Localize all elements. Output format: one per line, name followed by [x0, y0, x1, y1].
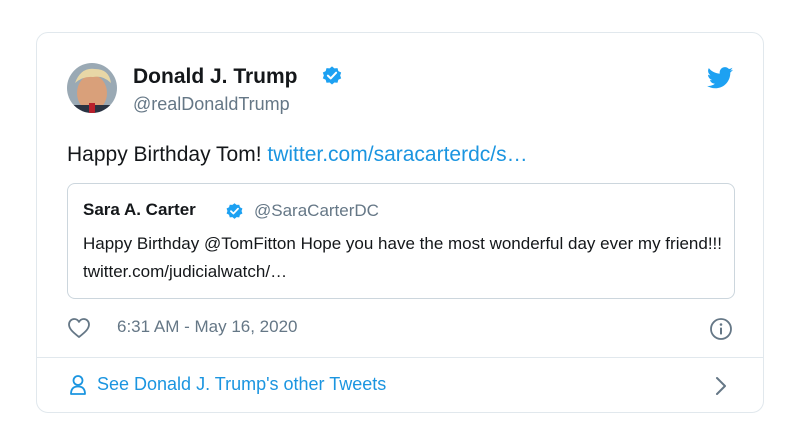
twitter-bird-icon[interactable]: [707, 67, 733, 89]
chevron-right-icon[interactable]: [715, 376, 727, 396]
quoted-tweet-text: Happy Birthday @TomFitton Hope you have …: [83, 234, 723, 281]
author-handle[interactable]: @realDonaldTrump: [133, 94, 290, 115]
quoted-author-name: Sara A. Carter: [83, 200, 196, 219]
quoted-tweet[interactable]: Sara A. Carter @SaraCarterDC Happy Birth…: [67, 183, 735, 299]
quoted-author-handle: @SaraCarterDC: [254, 201, 379, 220]
tweet-link[interactable]: twitter.com/saracarterdc/s…: [267, 143, 527, 166]
embedded-tweet-card: Donald J. Trump @realDonaldTrump Happy B…: [36, 32, 764, 413]
heart-icon[interactable]: [67, 317, 91, 339]
verified-badge-icon: [322, 66, 342, 85]
verified-badge-icon: [226, 203, 243, 219]
user-icon: [70, 375, 86, 395]
see-other-tweets-link[interactable]: See Donald J. Trump's other Tweets: [97, 374, 386, 395]
tweet-text-body: Happy Birthday Tom!: [67, 143, 268, 166]
author-name[interactable]: Donald J. Trump: [133, 65, 298, 89]
tweet-text: Happy Birthday Tom! twitter.com/saracart…: [67, 141, 528, 169]
footer-divider: [37, 357, 763, 358]
tweet-timestamp[interactable]: 6:31 AM - May 16, 2020: [117, 317, 298, 337]
info-icon[interactable]: [709, 317, 733, 341]
author-avatar[interactable]: [67, 63, 117, 113]
